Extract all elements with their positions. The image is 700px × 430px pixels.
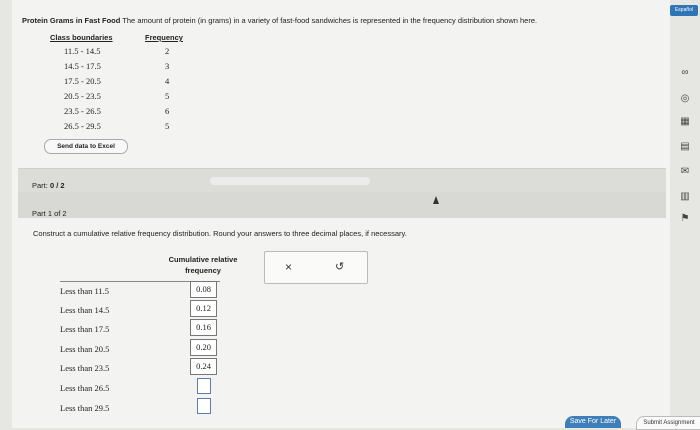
part-prefix: Part: bbox=[32, 181, 48, 190]
part-label: Part: 0 / 2 bbox=[32, 181, 65, 190]
class-cell: 17.5 - 20.5 bbox=[64, 76, 101, 86]
table-row: Less than 23.5 0.24 bbox=[60, 358, 230, 378]
undo-button[interactable]: ↺ bbox=[335, 260, 344, 273]
freq-cell: 6 bbox=[165, 106, 170, 116]
table-row: 14.5 - 17.5 3 bbox=[50, 59, 200, 74]
freq-cell: 5 bbox=[165, 91, 170, 101]
class-cell: 11.5 - 14.5 bbox=[64, 46, 101, 56]
class-cell: 20.5 - 23.5 bbox=[64, 91, 101, 101]
row-label: Less than 29.5 bbox=[60, 403, 110, 413]
row-label: Less than 14.5 bbox=[60, 305, 110, 315]
answer-input[interactable]: 0.08 bbox=[190, 281, 217, 298]
table-row: Less than 11.5 0.08 bbox=[60, 281, 230, 301]
answer-input[interactable]: 0.24 bbox=[190, 358, 217, 375]
row-label: Less than 11.5 bbox=[60, 286, 110, 296]
freq-cell: 5 bbox=[165, 121, 170, 131]
part-1-label: Part 1 of 2 bbox=[32, 209, 67, 218]
book-icon[interactable]: ▤ bbox=[678, 140, 692, 154]
cumulative-header: Cumulative relative frequency bbox=[148, 254, 258, 276]
answer-tools-panel: × ↺ bbox=[264, 251, 368, 284]
problem-text: The amount of protein (in grams) in a va… bbox=[120, 16, 538, 25]
part-value: 0 / 2 bbox=[49, 181, 65, 190]
class-cell: 23.5 - 26.5 bbox=[64, 106, 101, 116]
save-for-later-button[interactable]: Save For Later bbox=[565, 416, 621, 428]
table-row: Less than 26.5 bbox=[60, 378, 230, 398]
header-frequency: Frequency bbox=[145, 33, 183, 42]
answer-input[interactable]: 0.20 bbox=[190, 339, 217, 356]
mail-icon[interactable]: ✉ bbox=[678, 165, 692, 179]
part-1-header: Part 1 of 2 bbox=[18, 192, 666, 218]
row-label: Less than 17.5 bbox=[60, 324, 110, 334]
progress-track bbox=[210, 177, 370, 185]
chart-icon[interactable]: ▥ bbox=[678, 190, 692, 204]
problem-statement: Protein Grams in Fast Food The amount of… bbox=[22, 16, 537, 25]
class-cell: 26.5 - 29.5 bbox=[64, 121, 101, 131]
table-row: 20.5 - 23.5 5 bbox=[50, 89, 200, 104]
table-row: Less than 17.5 0.16 bbox=[60, 319, 230, 339]
flag-icon[interactable]: ⚑ bbox=[678, 212, 692, 226]
table-row: 26.5 - 29.5 5 bbox=[50, 119, 200, 134]
freq-cell: 3 bbox=[165, 61, 170, 71]
table-row: 23.5 - 26.5 6 bbox=[50, 104, 200, 119]
send-to-excel-button[interactable]: Send data to Excel bbox=[44, 139, 128, 154]
infinity-icon[interactable]: ∞ bbox=[678, 66, 692, 80]
answer-input[interactable]: 0.12 bbox=[190, 300, 217, 317]
clear-button[interactable]: × bbox=[285, 260, 292, 274]
target-icon[interactable]: ◎ bbox=[678, 92, 692, 106]
answer-input[interactable] bbox=[197, 398, 211, 414]
row-label: Less than 26.5 bbox=[60, 383, 110, 393]
table-row: Less than 20.5 0.20 bbox=[60, 339, 230, 359]
row-label: Less than 23.5 bbox=[60, 363, 110, 373]
cumulative-header-line2: frequency bbox=[185, 266, 221, 275]
row-label: Less than 20.5 bbox=[60, 344, 110, 354]
freq-cell: 4 bbox=[165, 76, 170, 86]
table-row: Less than 14.5 0.12 bbox=[60, 300, 230, 320]
instruction-text: Construct a cumulative relative frequenc… bbox=[33, 229, 407, 238]
header-class-boundaries: Class boundaries bbox=[50, 33, 113, 42]
cumulative-header-line1: Cumulative relative bbox=[168, 255, 238, 264]
freq-cell: 2 bbox=[165, 46, 170, 56]
table-row: 11.5 - 14.5 2 bbox=[50, 44, 200, 59]
calculator-icon[interactable]: ▦ bbox=[678, 115, 692, 129]
table-row: Less than 29.5 bbox=[60, 398, 230, 418]
class-cell: 14.5 - 17.5 bbox=[64, 61, 101, 71]
answer-input[interactable]: 0.16 bbox=[190, 319, 217, 336]
table-row: 17.5 - 20.5 4 bbox=[50, 74, 200, 89]
answer-input[interactable] bbox=[197, 378, 211, 394]
problem-title: Protein Grams in Fast Food bbox=[22, 16, 121, 25]
frequency-table: Class boundaries Frequency 11.5 - 14.5 2 … bbox=[50, 33, 200, 134]
language-button[interactable]: Español bbox=[670, 5, 698, 16]
